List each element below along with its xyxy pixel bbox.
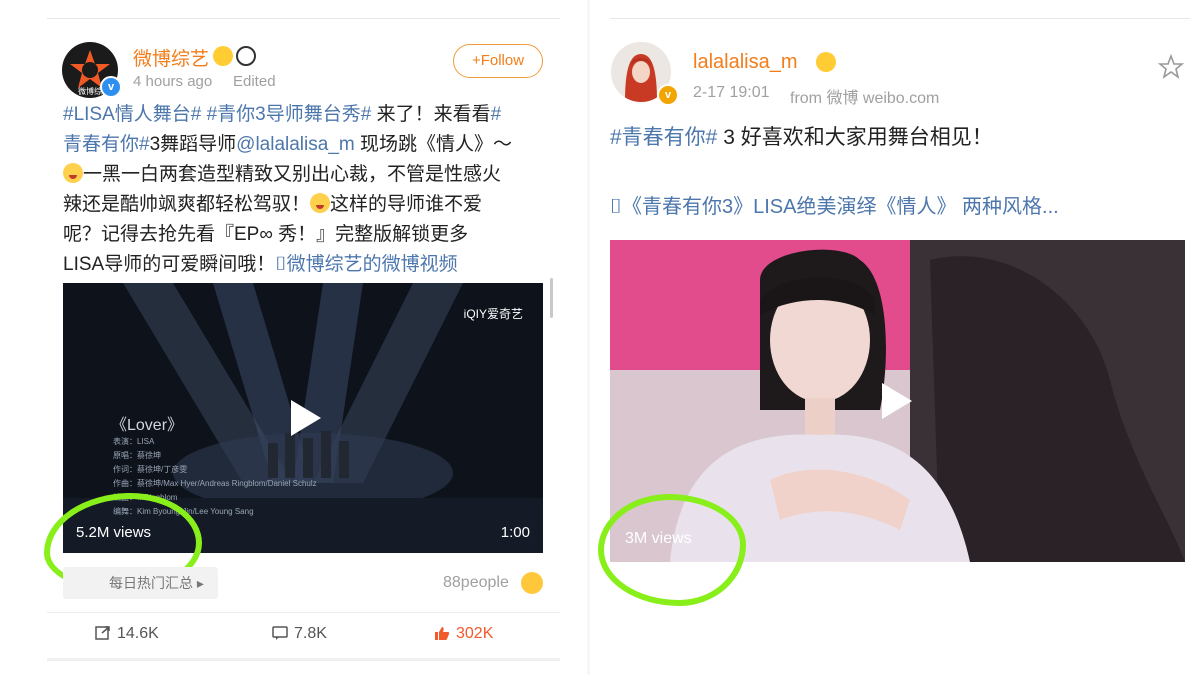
text-segment: 这样的导师谁不爱 bbox=[330, 194, 483, 215]
like-button[interactable]: 302K bbox=[434, 625, 493, 643]
credit-line: 表演：LISA bbox=[113, 437, 155, 446]
people-count: 88people bbox=[443, 574, 509, 591]
topic-link[interactable]: @lalalalisa_m bbox=[236, 134, 355, 155]
right-post: v lalalalisa_m 2-17 19:01 from 微博 weibo.… bbox=[590, 0, 1200, 675]
left-post: 微博综 v 微博综艺 4 hours ago Edited +Follow #L… bbox=[0, 0, 590, 675]
thumbs-up-icon bbox=[435, 627, 450, 640]
top-divider bbox=[47, 18, 560, 19]
like-count: 302K bbox=[456, 625, 494, 642]
follow-button[interactable]: +Follow bbox=[453, 44, 543, 78]
verified-badge-icon: v bbox=[100, 76, 122, 98]
credit-line: 原唱：蔡徐坤 bbox=[113, 451, 161, 460]
collection-label: 每日热门汇总 bbox=[109, 575, 193, 591]
emoji-icon bbox=[310, 193, 331, 213]
text-segment: 3舞蹈导师 bbox=[149, 134, 237, 155]
post-source: from 微博 weibo.com bbox=[790, 90, 940, 107]
repost-count: 14.6K bbox=[117, 625, 159, 642]
author-name[interactable]: 微博综艺 bbox=[133, 44, 209, 71]
scrollbar[interactable] bbox=[550, 278, 553, 318]
text-segment: 辣还是酷帅飒爽都轻松驾驭！ bbox=[63, 194, 311, 215]
video-duration: 1:00 bbox=[500, 524, 530, 541]
credit-line: 作词：蔡徐坤/丁彦雯 bbox=[113, 465, 188, 474]
post-text-line: LISA导师的可爱瞬间哦！⌷微博综艺的微博视频 bbox=[63, 250, 553, 280]
credit-line: 作曲：蔡徐坤/Max Hyer/Andreas Ringblom/Daniel … bbox=[113, 479, 317, 488]
topic-link[interactable]: #青你3导师舞台秀# bbox=[207, 104, 372, 125]
text-segment: 呢？记得去抢先看『EP∞ 秀！』完整版解锁更多 bbox=[63, 224, 469, 245]
post-text: #LISA情人舞台# #青你3导师舞台秀# 来了！来看看# 青春有你#3舞蹈导师@… bbox=[63, 100, 553, 280]
video-link-icon: ⌷ bbox=[610, 196, 622, 218]
video-link[interactable]: ⌷《青春有你3》LISA绝美演绎《情人》 两种风格... bbox=[610, 192, 1059, 222]
verified-badge-icon: v bbox=[657, 84, 679, 106]
text-segment: 现场跳《情人》～ bbox=[354, 134, 512, 155]
comment-button[interactable]: 7.8K bbox=[272, 625, 327, 643]
play-icon[interactable] bbox=[291, 400, 321, 436]
bottom-divider bbox=[47, 658, 560, 661]
topic-link[interactable]: # bbox=[491, 104, 502, 125]
comment-count: 7.8K bbox=[294, 625, 327, 642]
text-segment: 来了！来看看 bbox=[371, 104, 491, 125]
text-segment: 一黑一白两套造型精致又别出心裁，不管是性感火 bbox=[83, 164, 502, 185]
post-text-line: 青春有你#3舞蹈导师@lalalalisa_m 现场跳《情人》～ bbox=[63, 130, 553, 160]
song-title: 《Lover》 bbox=[111, 417, 184, 434]
post-time: 4 hours ago bbox=[133, 73, 213, 90]
post-text-line: 呢？记得去抢先看『EP∞ 秀！』完整版解锁更多 bbox=[63, 220, 553, 250]
crown-badge-icon bbox=[213, 46, 233, 66]
post-message: 3 好喜欢和大家用舞台相见！ bbox=[717, 126, 993, 149]
post-text: #青春有你# 3 好喜欢和大家用舞台相见！ bbox=[610, 123, 993, 153]
top-divider bbox=[610, 18, 1190, 19]
repost-icon bbox=[95, 626, 110, 640]
topic-link[interactable]: ⌷微博综艺的微博视频 bbox=[275, 254, 457, 275]
collection-tag[interactable]: 每日热门汇总 ▸ bbox=[63, 567, 218, 599]
actions-divider bbox=[47, 612, 560, 613]
comment-icon bbox=[272, 626, 288, 640]
highlight-circle bbox=[598, 494, 746, 606]
post-text-line: 一黑一白两套造型精致又别出心裁，不管是性感火 bbox=[63, 160, 553, 190]
emoji-icon bbox=[63, 163, 83, 183]
text-segment: LISA导师的可爱瞬间哦！ bbox=[63, 254, 276, 275]
post-text-line: 辣还是酷帅飒爽都轻松驾驭！ 这样的导师谁不爱 bbox=[63, 190, 553, 220]
svg-text:微博综: 微博综 bbox=[78, 86, 102, 96]
laugh-emoji-icon bbox=[521, 572, 543, 594]
post-time: 2-17 19:01 bbox=[693, 84, 770, 101]
play-icon[interactable] bbox=[882, 383, 912, 419]
post-text-line: #LISA情人舞台# #青你3导师舞台秀# 来了！来看看# bbox=[63, 100, 553, 130]
repost-button[interactable]: 14.6K bbox=[95, 625, 159, 643]
edited-label: Edited bbox=[233, 73, 276, 90]
iqiyi-watermark: iQIY爱奇艺 bbox=[463, 307, 523, 321]
star-favorite-icon[interactable] bbox=[1158, 54, 1184, 80]
topic-tag[interactable]: #青春有你# bbox=[610, 126, 717, 149]
video-link-title: 《青春有你3》LISA绝美演绎《情人》 两种风格... bbox=[622, 196, 1059, 218]
topic-link[interactable]: 青春有你# bbox=[63, 134, 150, 155]
panda-badge-icon bbox=[236, 46, 256, 66]
topic-link[interactable]: #LISA情人舞台# bbox=[63, 104, 201, 125]
author-name[interactable]: lalalalisa_m bbox=[693, 51, 798, 74]
crown-badge-icon bbox=[816, 52, 836, 72]
